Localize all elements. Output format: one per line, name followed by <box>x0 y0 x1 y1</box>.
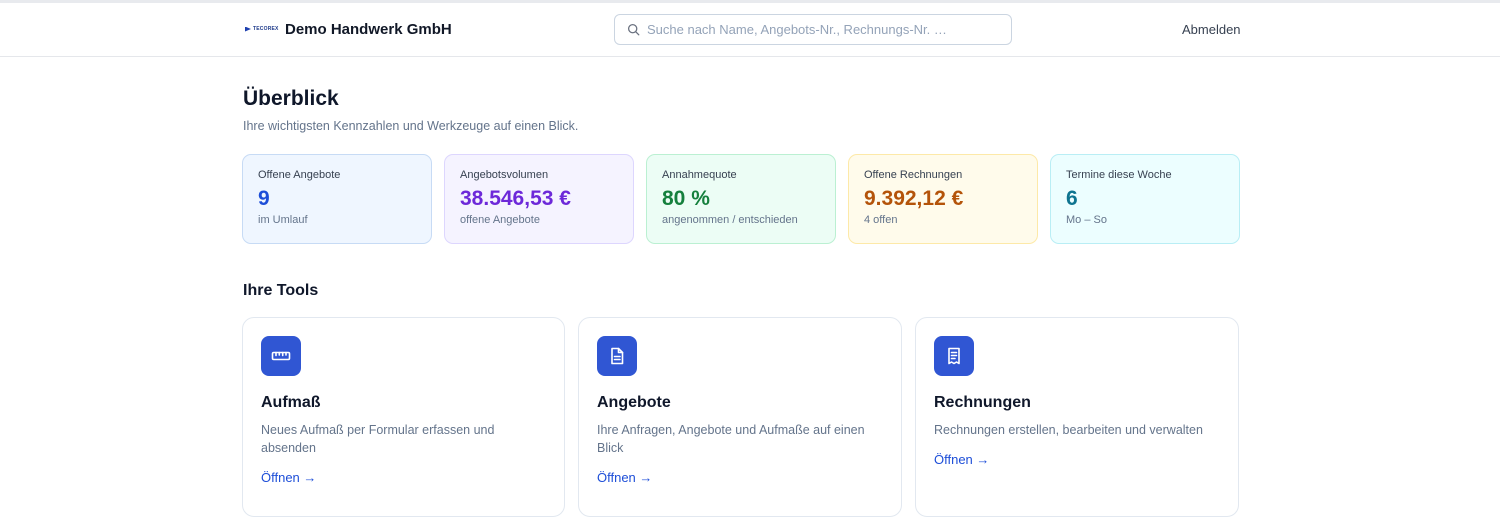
tool-description: Neues Aufmaß per Formular erfassen und a… <box>261 423 495 455</box>
tool-card-rechnungen[interactable]: Rechnungen Rechnungen erstellen, bearbei… <box>915 317 1239 517</box>
search-icon <box>627 23 640 36</box>
logo-text: TECOREX <box>253 26 279 32</box>
kpi-label: Annahmequote <box>662 169 737 181</box>
kpi-label: Offene Rechnungen <box>864 169 963 181</box>
kpi-subtext: im Umlauf <box>258 214 308 226</box>
ruler-icon <box>271 351 291 361</box>
tools-heading: Ihre Tools <box>243 282 319 299</box>
kpi-label: Termine diese Woche <box>1066 169 1172 181</box>
company-logo[interactable]: TECOREX <box>245 26 279 32</box>
kpi-card-open-invoices: Offene Rechnungen 9.392,12 € 4 offen <box>848 154 1038 244</box>
tool-icon-box <box>934 336 974 376</box>
kpi-card-acceptance-rate: Annahmequote 80 % angenommen / entschied… <box>646 154 836 244</box>
app-header: TECOREX Demo Handwerk GmbH Abmelden <box>0 3 1500 57</box>
kpi-subtext: angenommen / entschieden <box>662 214 798 226</box>
kpi-subtext: offene Angebote <box>460 214 540 226</box>
tool-card-angebote[interactable]: Angebote Ihre Anfragen, Angebote und Auf… <box>578 317 902 517</box>
tool-description: Ihre Anfragen, Angebote und Aufmaße auf … <box>597 423 865 455</box>
search-input[interactable] <box>647 15 1002 44</box>
tool-name: Aufmaß <box>261 394 321 411</box>
document-icon <box>611 347 624 365</box>
search-box[interactable] <box>614 14 1012 45</box>
page-subtitle: Ihre wichtigsten Kennzahlen und Werkzeug… <box>243 119 579 133</box>
tool-open-link[interactable]: Öffnen → <box>934 452 989 467</box>
tool-icon-box <box>597 336 637 376</box>
kpi-card-appointments-week: Termine diese Woche 6 Mo – So <box>1050 154 1240 244</box>
tool-name: Angebote <box>597 394 671 411</box>
tool-name: Rechnungen <box>934 394 1031 411</box>
logout-button[interactable]: Abmelden <box>1182 22 1241 37</box>
kpi-value: 9.392,12 € <box>864 187 964 210</box>
company-name: Demo Handwerk GmbH <box>285 21 452 38</box>
kpi-label: Angebotsvolumen <box>460 169 549 181</box>
tool-open-link[interactable]: Öffnen → <box>261 470 316 485</box>
receipt-icon <box>948 347 960 365</box>
tool-open-link[interactable]: Öffnen → <box>597 470 652 485</box>
tool-card-aufmass[interactable]: Aufmaß Neues Aufmaß per Formular erfasse… <box>242 317 565 517</box>
logo-mark-icon <box>245 26 251 32</box>
kpi-value: 80 % <box>662 187 710 210</box>
page-title: Überblick <box>243 87 339 110</box>
tool-description: Rechnungen erstellen, bearbeiten und ver… <box>934 423 1203 437</box>
kpi-card-offer-volume: Angebotsvolumen 38.546,53 € offene Angeb… <box>444 154 634 244</box>
kpi-value: 38.546,53 € <box>460 187 571 210</box>
kpi-label: Offene Angebote <box>258 169 341 181</box>
tool-icon-box <box>261 336 301 376</box>
kpi-subtext: Mo – So <box>1066 214 1107 226</box>
kpi-value: 6 <box>1066 187 1078 210</box>
kpi-value: 9 <box>258 187 270 210</box>
kpi-subtext: 4 offen <box>864 214 898 226</box>
kpi-card-open-offers: Offene Angebote 9 im Umlauf <box>242 154 432 244</box>
